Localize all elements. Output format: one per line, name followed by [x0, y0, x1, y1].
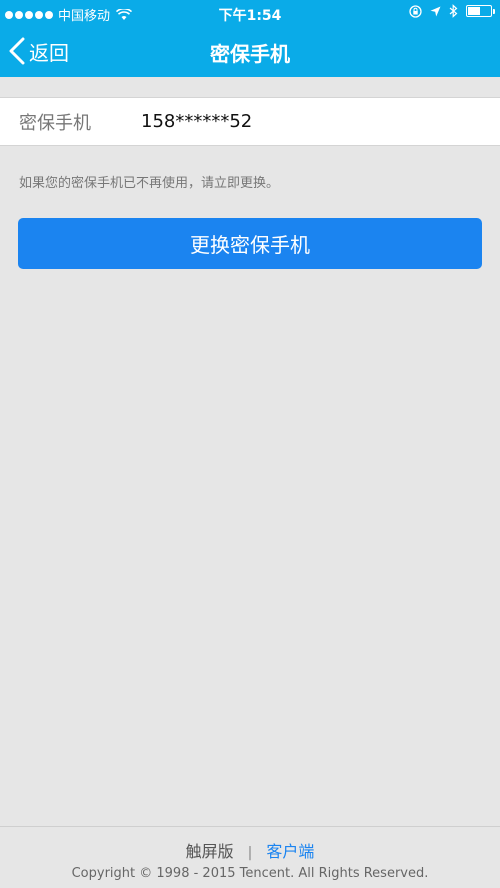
security-phone-label: 密保手机: [19, 112, 91, 134]
footer-links: 触屏版 | 客户端: [0, 838, 500, 862]
copyright-text: Copyright © 1998 - 2015 Tencent. All Rig…: [71, 866, 429, 881]
security-phone-value: 158******52: [141, 111, 253, 132]
hint-text: 如果您的密保手机已不再使用，请立即更换。: [19, 176, 280, 191]
status-bar: 中国移动 下午1:54: [0, 0, 500, 26]
battery-level: [468, 7, 480, 15]
client-link[interactable]: 客户端: [266, 842, 314, 861]
touch-version-link[interactable]: 触屏版: [186, 842, 234, 861]
footer-separator: |: [247, 845, 253, 861]
footer: 触屏版 | 客户端 Copyright © 1998 - 2015 Tencent.…: [0, 826, 500, 888]
battery-icon: [466, 5, 495, 17]
header: 中国移动 下午1:54 返回 密保手机: [0, 0, 500, 77]
nav-bar: 返回 密保手机: [0, 26, 500, 77]
page: 中国移动 下午1:54 返回 密保手机 密保手机 158******52 如果您…: [0, 0, 500, 888]
change-security-phone-button[interactable]: 更换密保手机: [18, 218, 482, 269]
security-phone-row: 密保手机 158******52: [0, 97, 500, 146]
bluetooth-icon: [449, 4, 458, 18]
page-title: 密保手机: [210, 42, 290, 66]
status-right: [409, 4, 495, 18]
location-icon: [430, 6, 441, 16]
rotation-lock-icon: [409, 4, 422, 18]
